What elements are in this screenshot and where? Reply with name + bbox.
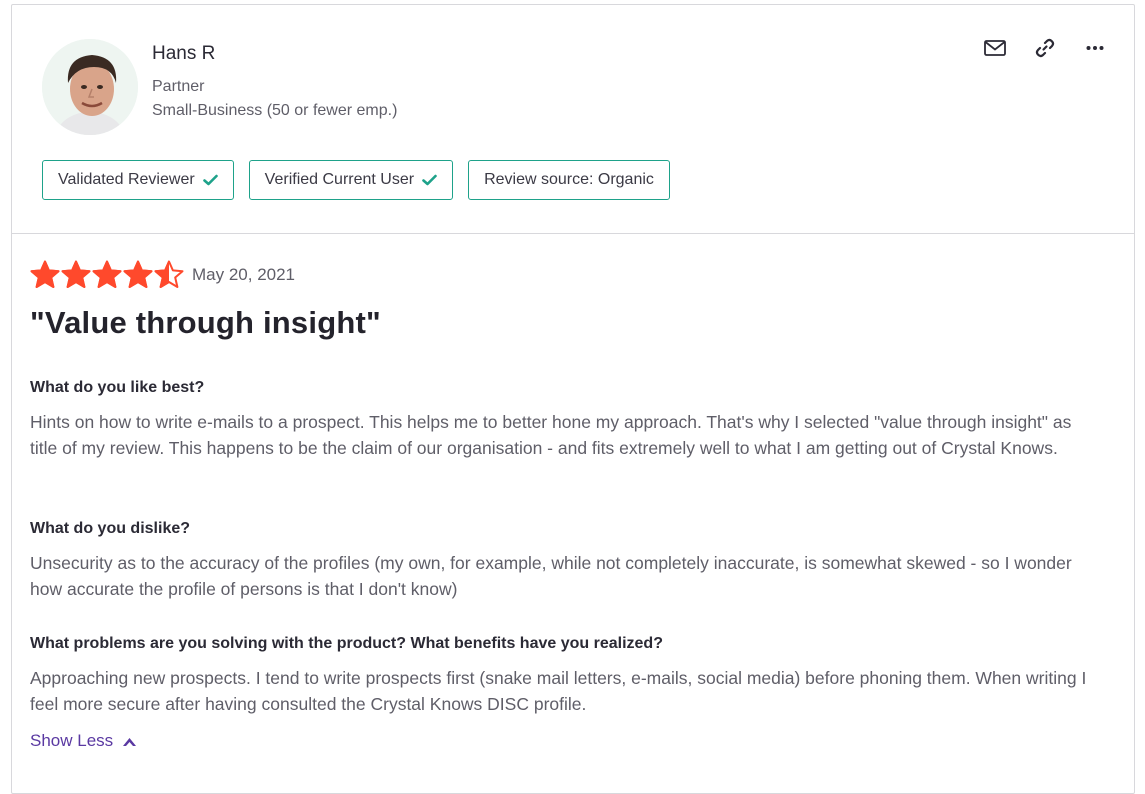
check-icon <box>202 174 218 186</box>
link-icon <box>1035 38 1055 58</box>
reviewer-header: Hans R Partner Small-Business (50 or few… <box>12 5 1134 234</box>
avatar <box>42 39 138 135</box>
reviewer-role: Partner <box>152 78 205 95</box>
answer-problems-solved: Approaching new prospects. I tend to wri… <box>30 668 1087 714</box>
rating-row: May 20, 2021 <box>30 260 295 289</box>
mail-icon <box>984 40 1006 56</box>
question-problems-solved: What problems are you solving with the p… <box>30 635 663 652</box>
review-actions <box>982 35 1108 61</box>
star-icon <box>123 260 153 288</box>
more-icon <box>1086 46 1104 50</box>
star-icon <box>30 260 60 288</box>
star-icon <box>61 260 91 288</box>
answer-like-best: Hints on how to write e-mails to a prosp… <box>30 412 1072 458</box>
copy-link-button[interactable] <box>1032 35 1058 61</box>
reviewer-badges: Validated Reviewer Verified Current User… <box>42 160 670 200</box>
star-rating <box>30 260 184 289</box>
reviewer-company-size: Small-Business (50 or fewer emp.) <box>152 102 398 119</box>
review-title: "Value through insight" <box>30 305 381 340</box>
star-icon <box>154 260 184 288</box>
question-dislike: What do you dislike? <box>30 520 191 537</box>
email-button[interactable] <box>982 35 1008 61</box>
chevron-up-icon <box>123 737 137 746</box>
star-icon <box>92 260 122 288</box>
badge-label: Verified Current User <box>264 171 415 188</box>
question-like-best: What do you like best? <box>30 379 205 396</box>
show-less-button[interactable]: Show Less <box>30 731 137 751</box>
badge-label: Review source: Organic <box>484 171 654 188</box>
reviewer-name: Hans R <box>152 43 216 64</box>
review-date: May 20, 2021 <box>192 264 296 284</box>
more-options-button[interactable] <box>1082 35 1108 61</box>
badge-review-source[interactable]: Review source: Organic <box>468 160 670 200</box>
badge-label: Validated Reviewer <box>58 171 195 188</box>
show-less-label: Show Less <box>30 731 114 750</box>
check-icon <box>422 174 437 186</box>
badge-verified-current-user[interactable]: Verified Current User <box>248 160 454 200</box>
badge-validated-reviewer[interactable]: Validated Reviewer <box>42 160 234 200</box>
answer-dislike: Unsecurity as to the accuracy of the pro… <box>30 553 1072 599</box>
